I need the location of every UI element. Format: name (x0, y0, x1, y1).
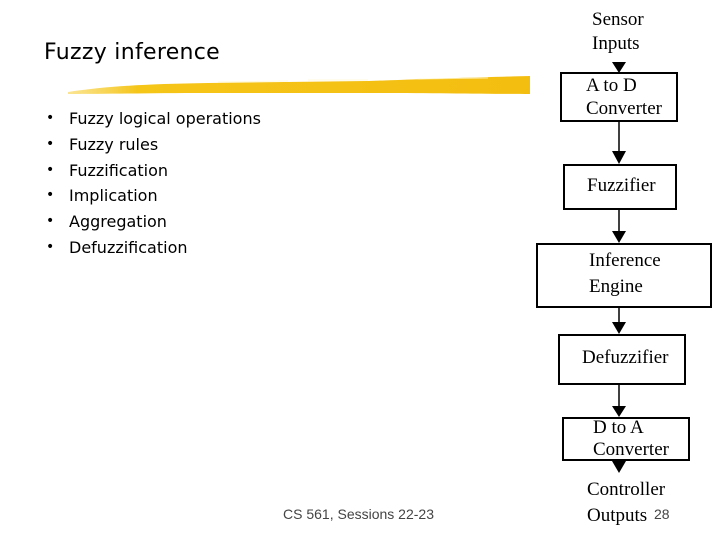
output-label-line: Controller (587, 479, 666, 500)
arrowhead-icon (612, 151, 626, 164)
block-label: Inference (589, 250, 661, 271)
input-label-line: Inputs (592, 33, 640, 54)
arrowhead-icon (612, 322, 626, 334)
arrowhead-icon (612, 231, 626, 243)
block-label: A to D (586, 75, 637, 96)
block-label: Fuzzifier (587, 175, 656, 196)
block-fuzzifier: Fuzzifier (563, 164, 677, 210)
block-d-to-a-converter: D to A Converter (562, 417, 690, 461)
block-label: Converter (593, 439, 669, 460)
block-label: Converter (586, 98, 662, 119)
block-label: Engine (589, 276, 643, 297)
block-inference-engine: Inference Engine (536, 243, 712, 308)
block-defuzzifier: Defuzzifier (558, 334, 686, 385)
block-label: D to A (593, 417, 644, 438)
input-label-line: Sensor (592, 9, 644, 30)
slide-footer: CS 561, Sessions 22-23 (283, 506, 434, 522)
arrowhead-icon (612, 461, 626, 473)
block-a-to-d-converter: A to D Converter (560, 72, 678, 122)
block-label: Defuzzifier (582, 347, 669, 368)
page-number: 28 (654, 506, 670, 522)
sensor-inputs-label: Sensor Inputs (592, 8, 644, 56)
